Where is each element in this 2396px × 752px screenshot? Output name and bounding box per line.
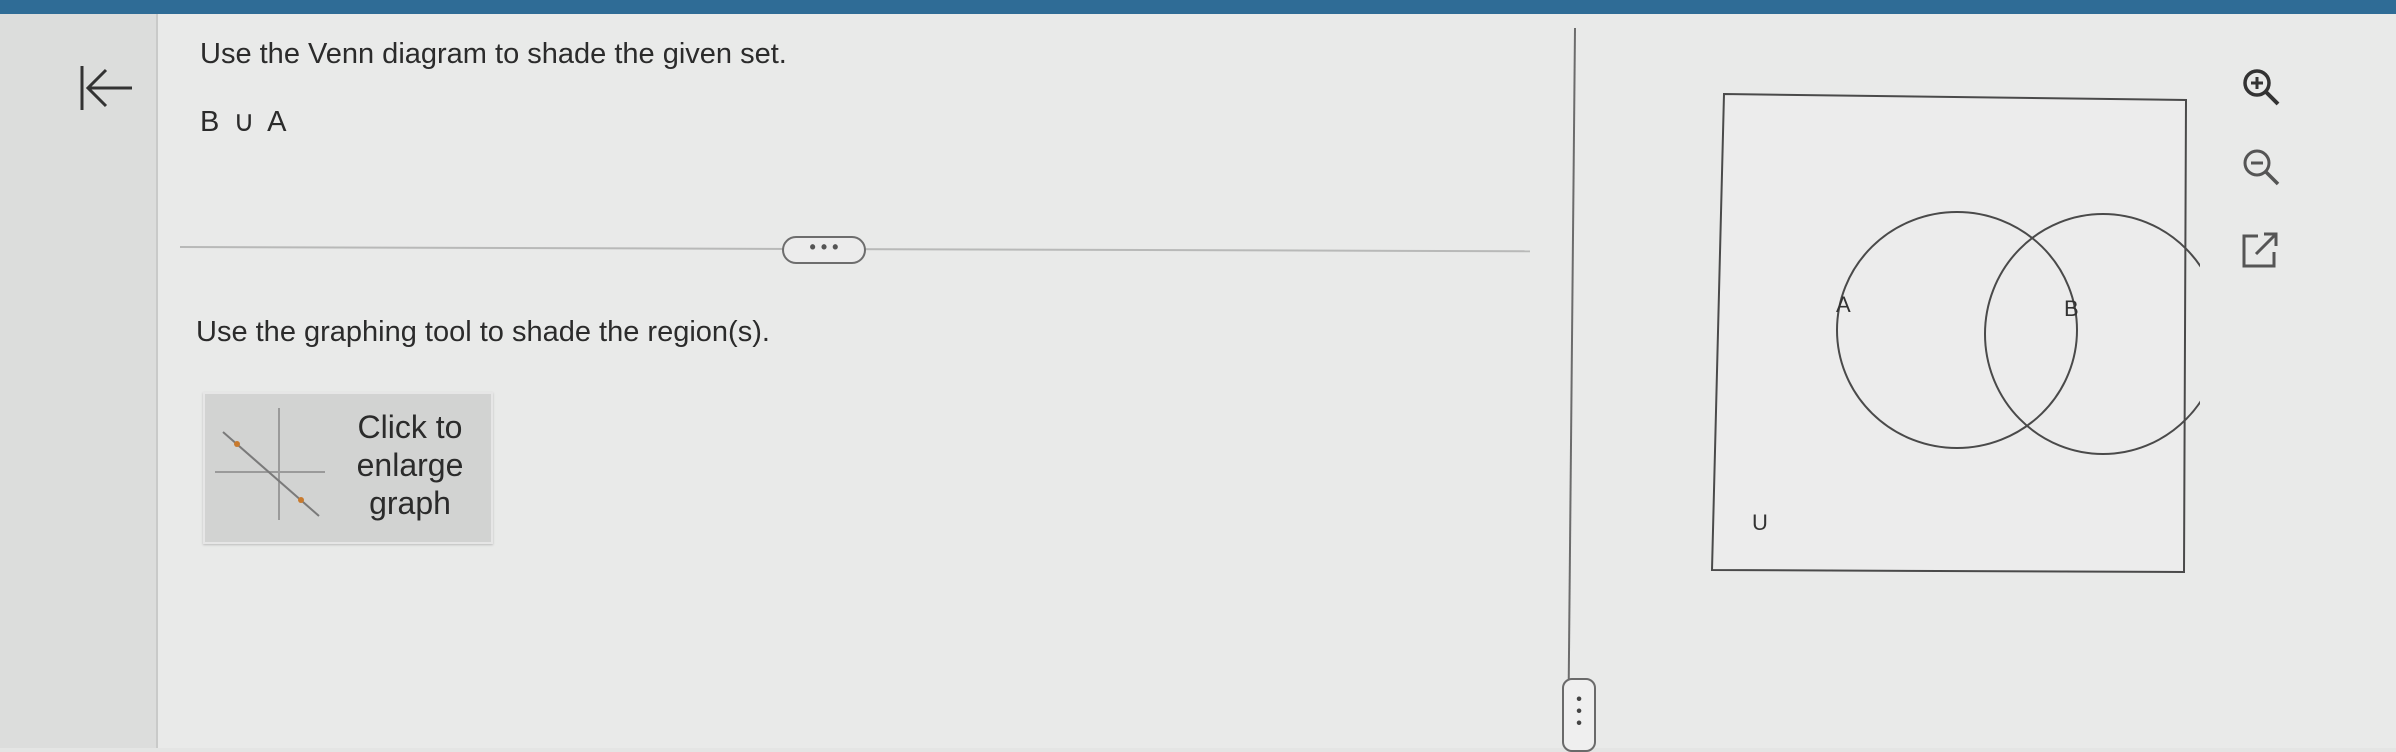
graph-thumbnail-icon: [215, 408, 325, 520]
label-a: A: [1836, 292, 1851, 317]
popout-button[interactable]: [2236, 226, 2286, 276]
top-bar: [0, 0, 2396, 14]
label-b: B: [2064, 296, 2079, 321]
zoom-out-button[interactable]: [2236, 142, 2286, 192]
venn-diagram[interactable]: A B U: [1700, 80, 2200, 580]
set-expression: B ∪ A: [200, 106, 290, 138]
zoom-in-icon: [2243, 69, 2280, 106]
splitter-drag-handle[interactable]: • • •: [1562, 678, 1596, 752]
enlarge-graph-label-line1: Click to: [357, 409, 463, 445]
back-button[interactable]: [70, 58, 140, 118]
enlarge-graph-label-line2: enlarge: [356, 447, 464, 483]
question-instruction: Use the Venn diagram to shade the given …: [200, 38, 787, 70]
back-arrow-icon: [80, 66, 132, 110]
expand-button[interactable]: • • •: [782, 236, 866, 264]
left-strip: [0, 14, 158, 748]
tool-instruction: Use the graphing tool to shade the regio…: [196, 316, 770, 348]
enlarge-graph-button[interactable]: Click to enlarge graph: [203, 392, 493, 544]
label-u: U: [1752, 510, 1768, 535]
zoom-out-icon: [2243, 149, 2280, 186]
enlarge-graph-label: Click to enlarge graph: [335, 408, 485, 522]
enlarge-graph-label-line3: graph: [369, 485, 451, 521]
drag-dots-icon: • • •: [1576, 691, 1582, 732]
zoom-in-button[interactable]: [2236, 62, 2286, 112]
external-link-icon: [2242, 232, 2278, 268]
universal-set-box[interactable]: [1710, 92, 2188, 574]
